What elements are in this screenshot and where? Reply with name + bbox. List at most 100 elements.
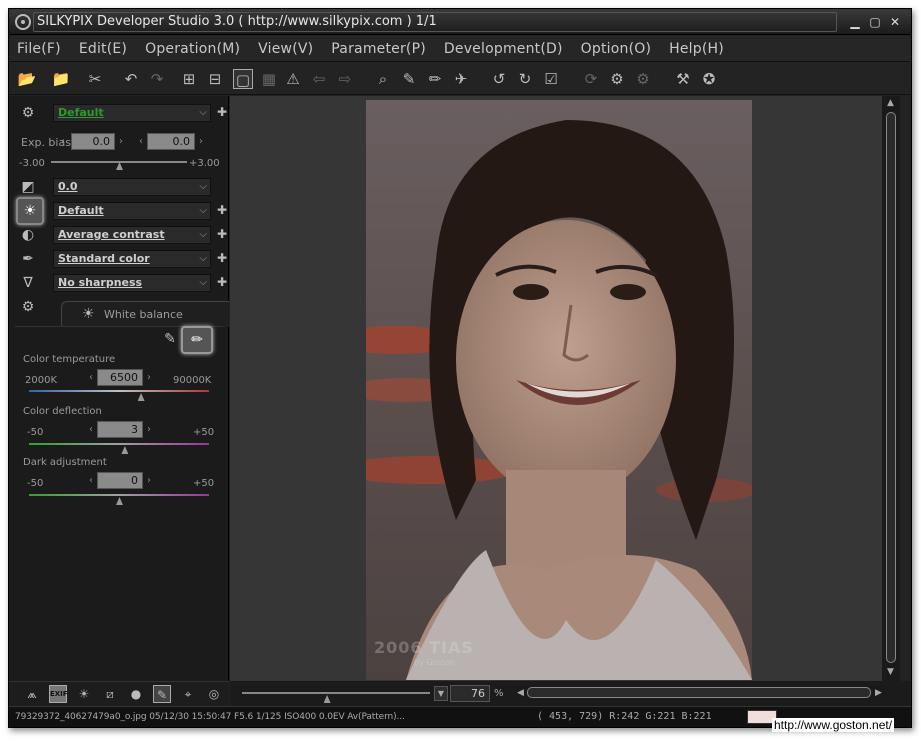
rotate-right-icon[interactable]: ↻ [515, 69, 535, 89]
sun-panel-icon[interactable]: ☀ [75, 685, 93, 703]
color-icon[interactable]: ✒ [19, 250, 37, 268]
scroll-left-icon[interactable]: ◀ [517, 688, 524, 698]
dark-adjustment-value[interactable]: 0 [97, 472, 143, 489]
grid-view-icon[interactable]: ⊞ [179, 69, 199, 89]
warning-icon[interactable]: ⚠ [283, 69, 303, 89]
menu-parameter[interactable]: Parameter(P) [322, 41, 435, 57]
exposure-icon[interactable]: ◩ [19, 178, 37, 196]
advanced-gear-icon[interactable]: ⚙ [19, 298, 37, 316]
deflection-decrease-icon[interactable]: ‹ [89, 424, 93, 435]
menu-help[interactable]: Help(H) [660, 41, 733, 57]
back-icon[interactable]: ⇦ [309, 69, 329, 89]
dark-adjustment-slider-track[interactable] [29, 494, 209, 496]
color-temperature-value[interactable]: 6500 [97, 369, 143, 386]
horizontal-scrollbar[interactable]: ◀ ▶ [515, 685, 885, 701]
menu-operation[interactable]: Operation(M) [136, 41, 249, 57]
scroll-right-icon[interactable]: ▶ [875, 688, 882, 698]
add-preset-button[interactable]: ✚ [217, 105, 227, 119]
exp-decrease-2-icon[interactable]: ‹ [139, 136, 143, 147]
tab-white-balance[interactable]: ☀ White balance [61, 301, 229, 327]
dropper-2-icon[interactable]: ✏ [425, 69, 445, 89]
exp-slider-thumb[interactable] [116, 162, 123, 170]
color-temperature-slider-track[interactable] [29, 390, 209, 392]
preview-photo[interactable]: 2006 TIAS by Goston [366, 100, 752, 680]
eraser-icon[interactable]: ✂ [85, 69, 105, 89]
exp-slider-track[interactable] [51, 161, 187, 163]
menu-development[interactable]: Development(D) [435, 41, 572, 57]
window-title: SILKYPIX Developer Studio 3.0 ( http://w… [37, 14, 437, 29]
zoom-slider-thumb[interactable] [323, 695, 331, 703]
exp-bias-value-2[interactable]: 0.0 [147, 133, 195, 150]
maximize-button[interactable]: ▢ [867, 14, 883, 30]
add-contrast-button[interactable]: ✚ [217, 227, 227, 241]
menu-file[interactable]: File(F) [9, 41, 70, 57]
contrast-dropdown[interactable]: Average contrast ⌵ [53, 226, 211, 244]
sharpness-icon[interactable]: ∇ [19, 274, 37, 292]
pen-panel-icon[interactable]: ✎ [153, 685, 171, 703]
horizontal-scroll-thumb[interactable] [527, 687, 871, 698]
contrast-icon[interactable]: ◐ [19, 226, 37, 244]
exp-increase-2-icon[interactable]: › [199, 136, 203, 147]
hammer-icon[interactable]: ⚒ [673, 69, 693, 89]
tone-curve-icon[interactable]: ⧄ [101, 685, 119, 703]
color-deflection-value[interactable]: 3 [97, 421, 143, 438]
forward-icon[interactable]: ⇨ [335, 69, 355, 89]
exposure-dropdown[interactable]: 0.0 ⌵ [53, 178, 211, 196]
crop-icon[interactable]: ⌖ [179, 685, 197, 703]
dropper-1-icon[interactable]: ✎ [399, 69, 419, 89]
exp-decrease-icon[interactable]: ‹ [61, 136, 65, 147]
lens-icon[interactable]: ◎ [205, 685, 223, 703]
minimize-button[interactable]: ▁ [847, 14, 863, 30]
rotate-left-icon[interactable]: ↺ [489, 69, 509, 89]
add-sharpness-button[interactable]: ✚ [217, 275, 227, 289]
vertical-scrollbar[interactable]: ▲ ▼ [882, 96, 900, 681]
deflection-increase-icon[interactable]: › [147, 424, 151, 435]
zoom-slider-track[interactable] [242, 692, 430, 694]
open-folder-2-icon[interactable]: 📁 [51, 69, 71, 89]
zoom-input[interactable]: 76 [450, 685, 490, 702]
redo-icon[interactable]: ↷ [147, 69, 167, 89]
exif-icon[interactable]: EXIF [49, 685, 68, 703]
color-deflection-slider-track[interactable] [29, 443, 209, 445]
exp-bias-value-1[interactable]: 0.0 [71, 133, 115, 150]
split-view-icon[interactable]: ⊟ [205, 69, 225, 89]
settings-2-icon[interactable]: ⚙ [633, 69, 653, 89]
wb-dropper-icon[interactable]: ✎ [159, 328, 181, 350]
white-balance-icon[interactable]: ☀ [16, 197, 44, 225]
single-view-icon[interactable]: ▢ [233, 69, 253, 89]
settings-icon[interactable]: ⚙ [607, 69, 627, 89]
add-color-button[interactable]: ✚ [217, 251, 227, 265]
color-dropdown[interactable]: Standard color ⌵ [53, 250, 211, 268]
open-folder-icon[interactable]: 📂 [17, 69, 37, 89]
histogram-icon[interactable]: ⩕ [23, 685, 41, 703]
runner-icon[interactable]: ✈ [451, 69, 471, 89]
check-icon[interactable]: ☑ [541, 69, 561, 89]
temp-decrease-icon[interactable]: ‹ [89, 372, 93, 383]
temp-increase-icon[interactable]: › [147, 372, 151, 383]
add-white-balance-button[interactable]: ✚ [217, 203, 227, 217]
dark-increase-icon[interactable]: › [147, 475, 151, 486]
portrait-photo [366, 100, 752, 680]
wb-auto-dropper-icon[interactable]: ✏ [181, 326, 213, 354]
color-ball-icon[interactable]: ● [127, 685, 145, 703]
refresh-icon[interactable]: ⟳ [581, 69, 601, 89]
scroll-up-icon[interactable]: ▲ [887, 98, 894, 108]
menu-option[interactable]: Option(O) [572, 41, 660, 57]
preview-area[interactable]: 2006 TIAS by Goston [230, 96, 894, 681]
sharpness-dropdown[interactable]: No sharpness ⌵ [53, 274, 211, 292]
gear-icon[interactable]: ⚙ [19, 104, 37, 122]
close-button[interactable]: ✕ [887, 14, 903, 30]
menu-view[interactable]: View(V) [249, 41, 322, 57]
zoom-dropdown-chevron-icon[interactable]: ▼ [434, 686, 448, 701]
badge-icon[interactable]: ✪ [699, 69, 719, 89]
exp-increase-icon[interactable]: › [119, 136, 123, 147]
zoom-icon[interactable]: ⌕ [373, 69, 393, 89]
menu-edit[interactable]: Edit(E) [70, 41, 136, 57]
checker-icon[interactable]: ▦ [259, 69, 279, 89]
white-balance-dropdown[interactable]: Default ⌵ [53, 202, 211, 220]
dark-decrease-icon[interactable]: ‹ [89, 475, 93, 486]
preset-dropdown[interactable]: Default ⌵ [53, 104, 211, 122]
scroll-down-icon[interactable]: ▼ [887, 667, 894, 677]
undo-icon[interactable]: ↶ [121, 69, 141, 89]
vertical-scroll-thumb[interactable] [886, 112, 896, 663]
